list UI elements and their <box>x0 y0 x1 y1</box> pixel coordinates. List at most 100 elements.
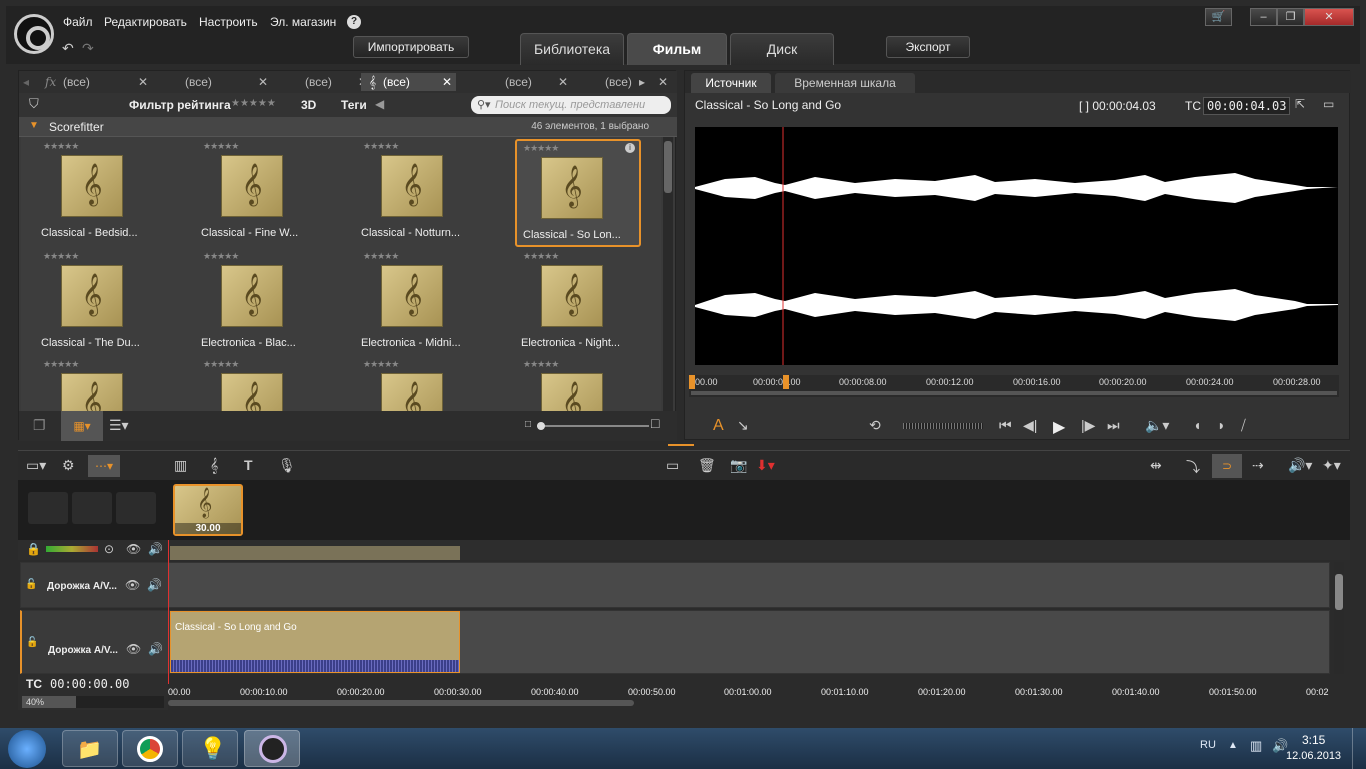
step-forward-icon[interactable]: |▶ <box>1081 417 1095 434</box>
mark-in-handle[interactable] <box>689 375 695 389</box>
show-desktop-button[interactable] <box>1352 728 1366 769</box>
tray-expand-icon[interactable]: ▲ <box>1228 740 1238 751</box>
rating-stars[interactable]: ★★★★★ <box>523 359 559 370</box>
eye-icon[interactable]: 👁 <box>126 542 141 556</box>
eye-icon[interactable]: 👁 <box>126 642 141 656</box>
3d-filter[interactable]: 3D <box>301 98 316 112</box>
lock-icon[interactable]: 🔒 <box>26 542 41 556</box>
lightbulb-taskbar-button[interactable]: 💡 <box>182 730 238 767</box>
redo-icon[interactable]: ↷ <box>82 40 94 57</box>
snapshot-icon[interactable]: 📷 <box>730 457 747 474</box>
timecode-display[interactable]: 00:00:04.03 <box>1203 97 1291 115</box>
panel-splitter[interactable] <box>668 436 694 446</box>
title-icon[interactable]: A <box>713 417 724 435</box>
filter-tab-music[interactable]: 𝄞 (все) ✕ <box>361 73 456 91</box>
close-button[interactable]: ✕ <box>1304 8 1354 26</box>
slider-handle[interactable] <box>537 422 545 430</box>
storyboard-clip[interactable]: 𝄞 30.00 <box>173 484 243 536</box>
tab-movie[interactable]: Фильм <box>627 33 727 65</box>
filter-tab-video2[interactable]: (все) ✕ <box>461 73 568 91</box>
large-thumb-icon[interactable]: □ <box>651 415 659 431</box>
loop-icon[interactable]: ⟲ <box>869 417 881 434</box>
timeline-audio-clip[interactable]: Classical - So Long and Go <box>170 611 460 673</box>
thumb-size-slider[interactable] <box>537 422 649 430</box>
rating-stars[interactable]: ★★★★★ <box>43 251 79 262</box>
menu-edit[interactable]: Редактировать <box>104 15 187 29</box>
scroll-thumb[interactable] <box>664 141 672 193</box>
library-item[interactable]: ★★★★★ 𝄞 Classical - Fine W... <box>181 139 339 247</box>
import-button[interactable]: Импортировать <box>353 36 469 58</box>
razor-icon[interactable]: ▭ <box>666 457 679 474</box>
rating-stars[interactable]: ★★★★★ <box>523 251 559 262</box>
maximize-button[interactable]: ❐ <box>1277 8 1304 26</box>
aspect-icon[interactable]: ▭ <box>1323 97 1334 111</box>
search-input[interactable]: ⚲▾ Поиск текущ. представлени <box>471 96 671 114</box>
clear-marks-icon[interactable]: ⧸ <box>1241 417 1246 434</box>
master-clip-bar[interactable] <box>170 546 460 560</box>
speaker-icon[interactable]: 🔊 <box>148 542 163 556</box>
filter-tab-transitions[interactable]: (все)✕ <box>261 73 368 91</box>
network-icon[interactable]: ▥ <box>1250 738 1262 754</box>
mark-in-icon[interactable]: ◖ <box>1193 417 1201 433</box>
trash-icon[interactable]: 🗑 <box>698 457 716 474</box>
tab-disc[interactable]: Диск <box>730 33 834 65</box>
library-item[interactable]: ★★★★★ 𝄞 <box>501 357 659 411</box>
rating-stars[interactable]: ★★★★★ <box>523 143 559 154</box>
tab-timeline[interactable]: Временная шкала <box>775 73 915 93</box>
tab-library[interactable]: Библиотека <box>520 33 624 65</box>
lock-icon[interactable]: 🔓 <box>25 579 37 590</box>
close-icon[interactable]: ✕ <box>658 73 668 91</box>
library-item[interactable]: ★★★★★ 𝄞 Classical - The Du... <box>21 249 179 357</box>
magnet-icon[interactable]: ⊃ <box>1212 454 1242 478</box>
pinnacle-taskbar-button[interactable] <box>244 730 300 767</box>
library-scrollbar[interactable] <box>663 137 673 411</box>
library-item[interactable]: ★★★★★ 𝄞 <box>341 357 499 411</box>
filter-tab-effects[interactable]: fx (все) ✕ <box>41 73 148 91</box>
tag-filter-icon[interactable]: ⛉ <box>29 96 39 112</box>
scrub-audio-icon[interactable]: ⇢ <box>1252 457 1264 474</box>
library-item[interactable]: ★★★★★ 𝄞 Classical - Notturn... <box>341 139 499 247</box>
library-item[interactable]: ★★★★★ 𝄞 <box>21 357 179 411</box>
audio-mixer-icon[interactable]: ▥ <box>174 457 187 474</box>
rating-stars[interactable]: ★★★★★ <box>363 359 399 370</box>
go-end-icon[interactable]: ⏭ <box>1107 417 1120 434</box>
send-to-timeline-icon[interactable]: ↘ <box>737 417 749 434</box>
speaker-icon[interactable]: 🔊 <box>147 578 162 592</box>
play-icon[interactable]: ▶ <box>1053 417 1065 437</box>
rating-stars[interactable]: ★★★★★ <box>363 141 399 152</box>
mark-out-icon[interactable]: ◗ <box>1217 417 1225 433</box>
menu-store[interactable]: Эл. магазин <box>270 15 336 29</box>
list-view-icon[interactable]: ☰▾ <box>109 417 129 434</box>
zoom-level[interactable]: 40% <box>22 696 76 708</box>
tab-source[interactable]: Источник <box>691 73 771 93</box>
menu-settings[interactable]: Настроить <box>199 15 258 29</box>
rating-filter-label[interactable]: Фильтр рейтинга <box>129 98 231 112</box>
library-item[interactable]: ★★★★★ 𝄞 Electronica - Midni... <box>341 249 499 357</box>
storyboard-toggle[interactable]: ⋯▾ <box>88 455 120 477</box>
storyboard-slot[interactable] <box>72 492 112 524</box>
playback-icon[interactable]: ⊙ <box>104 542 114 556</box>
grid-view-icon[interactable]: ▦▾ <box>61 411 103 441</box>
rating-stars[interactable]: ★★★★★ <box>203 141 239 152</box>
speaker-icon[interactable]: 🔊▾ <box>1288 457 1312 474</box>
track-scrollbar[interactable] <box>1334 562 1344 674</box>
storyboard-slot[interactable] <box>116 492 156 524</box>
undo-icon[interactable]: ↶ <box>62 40 74 57</box>
lock-icon[interactable]: 🔓 <box>26 637 38 648</box>
go-start-icon[interactable]: ⏮ <box>999 417 1012 434</box>
timeline-playhead[interactable] <box>168 540 169 684</box>
track-name[interactable]: Дорожка A/V... <box>48 645 118 656</box>
eye-icon[interactable]: 👁 <box>125 578 140 592</box>
small-thumb-icon[interactable]: □ <box>525 419 531 430</box>
rating-stars[interactable]: ★★★★★ <box>363 251 399 262</box>
voiceover-icon[interactable]: 🎙 <box>278 457 296 474</box>
timeline-settings-icon[interactable]: ▭▾ <box>26 457 46 474</box>
explorer-taskbar-button[interactable]: 📁 <box>62 730 118 767</box>
collapse-icon[interactable]: ▼ <box>29 120 39 131</box>
close-icon[interactable]: ✕ <box>138 73 148 91</box>
rating-stars[interactable]: ★★★★★ <box>231 98 276 109</box>
scrubber-handle[interactable] <box>783 375 789 389</box>
fullscreen-icon[interactable]: ⇱ <box>1295 97 1305 111</box>
start-button[interactable] <box>8 730 46 768</box>
minimize-button[interactable]: – <box>1250 8 1277 26</box>
